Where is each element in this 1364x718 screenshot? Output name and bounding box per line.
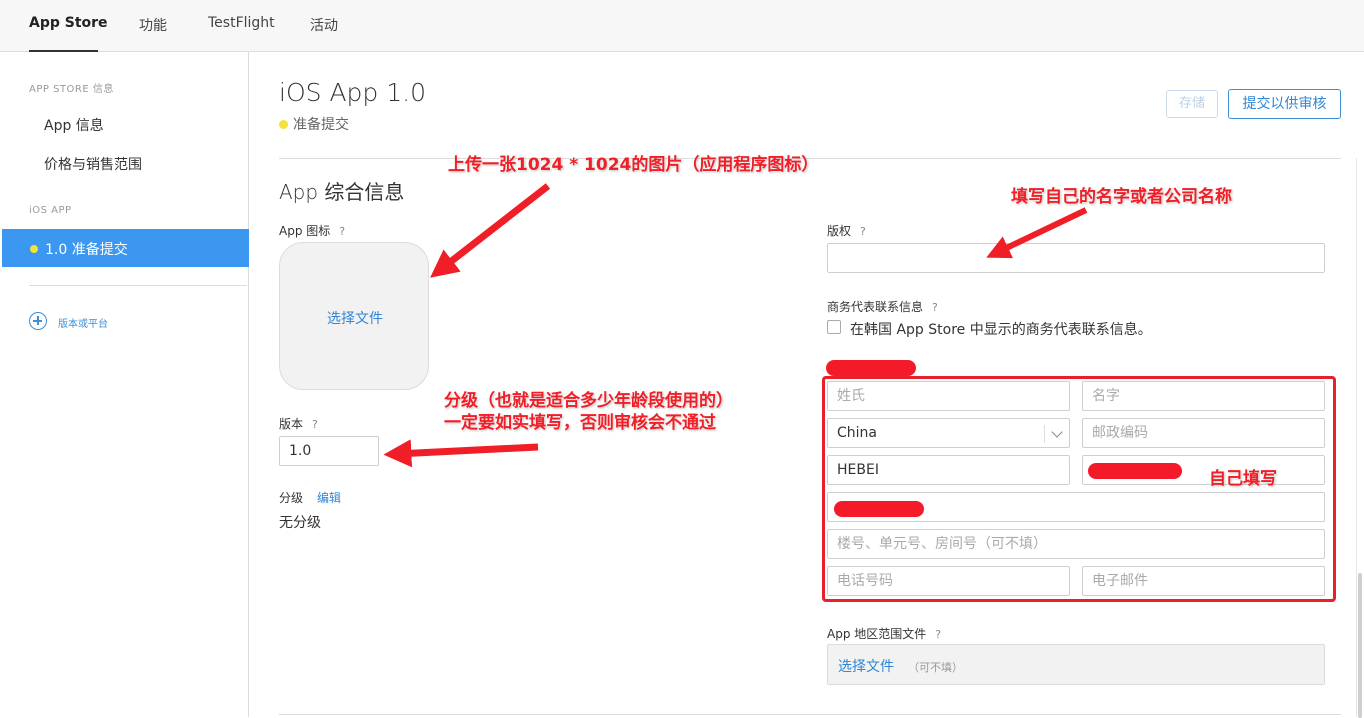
version-input[interactable]: 1.0 (279, 436, 379, 466)
app-icon-label: App 图标? (279, 222, 345, 239)
annotation-self-fill-note: 自己填写 (1209, 469, 1277, 489)
choose-file-link[interactable]: 选择文件 (280, 308, 430, 328)
rating-value: 无分级 (279, 515, 321, 531)
korea-contact-checkbox-label: 在韩国 App Store 中显示的商务代表联系信息。 (850, 322, 1152, 338)
status-badge: 准备提交 (279, 114, 349, 134)
tab-activity[interactable]: 活动 (310, 15, 338, 35)
status-dot-icon (30, 245, 38, 253)
sidebar: APP STORE 信息 App 信息 价格与销售范围 iOS APP 1.0 … (0, 52, 249, 717)
status-dot-icon (279, 119, 288, 129)
submit-for-review-button[interactable]: 提交以供审核 (1228, 89, 1341, 119)
contact-info-label: 商务代表联系信息? (827, 298, 938, 315)
geo-file-label: App 地区范围文件? (827, 625, 941, 642)
annotation-highlight-box (822, 376, 1336, 602)
save-button[interactable]: 存储 (1166, 90, 1218, 118)
korea-contact-checkbox[interactable] (827, 320, 841, 334)
geo-optional-note: （可不填） (908, 661, 963, 674)
sidebar-item-label: 1.0 准备提交 (45, 242, 128, 258)
version-label-text: 版本 (279, 417, 304, 431)
geo-file-label-text: App 地区范围文件 (827, 627, 927, 641)
version-label: 版本? (279, 415, 318, 432)
tab-app-store[interactable]: App Store (29, 15, 108, 31)
annotation-rating-note-2: 一定要如实填写，否则审核会不通过 (444, 413, 716, 433)
help-icon[interactable]: ? (860, 225, 866, 238)
bottom-divider (279, 714, 1341, 715)
rating-edit-link[interactable]: 编辑 (317, 489, 341, 506)
top-navigation-bar: App Store 功能 TestFlight 活动 (0, 0, 1364, 52)
geo-choose-file-link[interactable]: 选择文件 (838, 656, 894, 676)
scrollbar-thumb[interactable] (1358, 573, 1362, 718)
app-icon-dropzone[interactable]: 选择文件 (279, 242, 429, 390)
redaction-mark (1088, 463, 1182, 479)
help-icon[interactable]: ? (339, 225, 345, 238)
help-icon[interactable]: ? (312, 418, 318, 431)
tab-testflight[interactable]: TestFlight (208, 15, 275, 31)
annotation-copyright-note: 填写自己的名字或者公司名称 (1011, 187, 1232, 207)
geo-file-dropzone[interactable]: 选择文件 （可不填） (827, 644, 1325, 685)
copyright-input[interactable] (827, 243, 1325, 273)
page-title: iOS App 1.0 (279, 78, 426, 107)
sidebar-item-pricing[interactable]: 价格与销售范围 (44, 154, 142, 174)
rating-label: 分级 (279, 491, 304, 505)
sidebar-item-version-1-0[interactable]: 1.0 准备提交 (2, 229, 249, 267)
section-title-general-info: App 综合信息 (279, 180, 405, 204)
sidebar-item-app-info[interactable]: App 信息 (44, 115, 104, 135)
app-icon-label-text: App 图标 (279, 224, 331, 238)
scrollbar[interactable] (1356, 158, 1362, 718)
copyright-label-text: 版权 (827, 224, 852, 238)
contact-info-label-text: 商务代表联系信息 (827, 300, 924, 314)
status-text: 准备提交 (293, 117, 349, 133)
sidebar-section-app-store-info: APP STORE 信息 (29, 84, 114, 95)
add-version-label: 版本或平台 (58, 319, 108, 330)
plus-circle-icon (29, 312, 47, 330)
tab-features[interactable]: 功能 (139, 15, 167, 35)
sidebar-divider (29, 285, 247, 286)
sidebar-section-ios-app: iOS APP (29, 205, 72, 216)
help-icon[interactable]: ? (932, 301, 938, 314)
copyright-label: 版权? (827, 222, 866, 239)
help-icon[interactable]: ? (935, 628, 941, 641)
redaction-mark (826, 360, 916, 376)
redaction-mark (834, 501, 924, 517)
annotation-icon-note: 上传一张1024 * 1024的图片（应用程序图标） (448, 155, 819, 175)
